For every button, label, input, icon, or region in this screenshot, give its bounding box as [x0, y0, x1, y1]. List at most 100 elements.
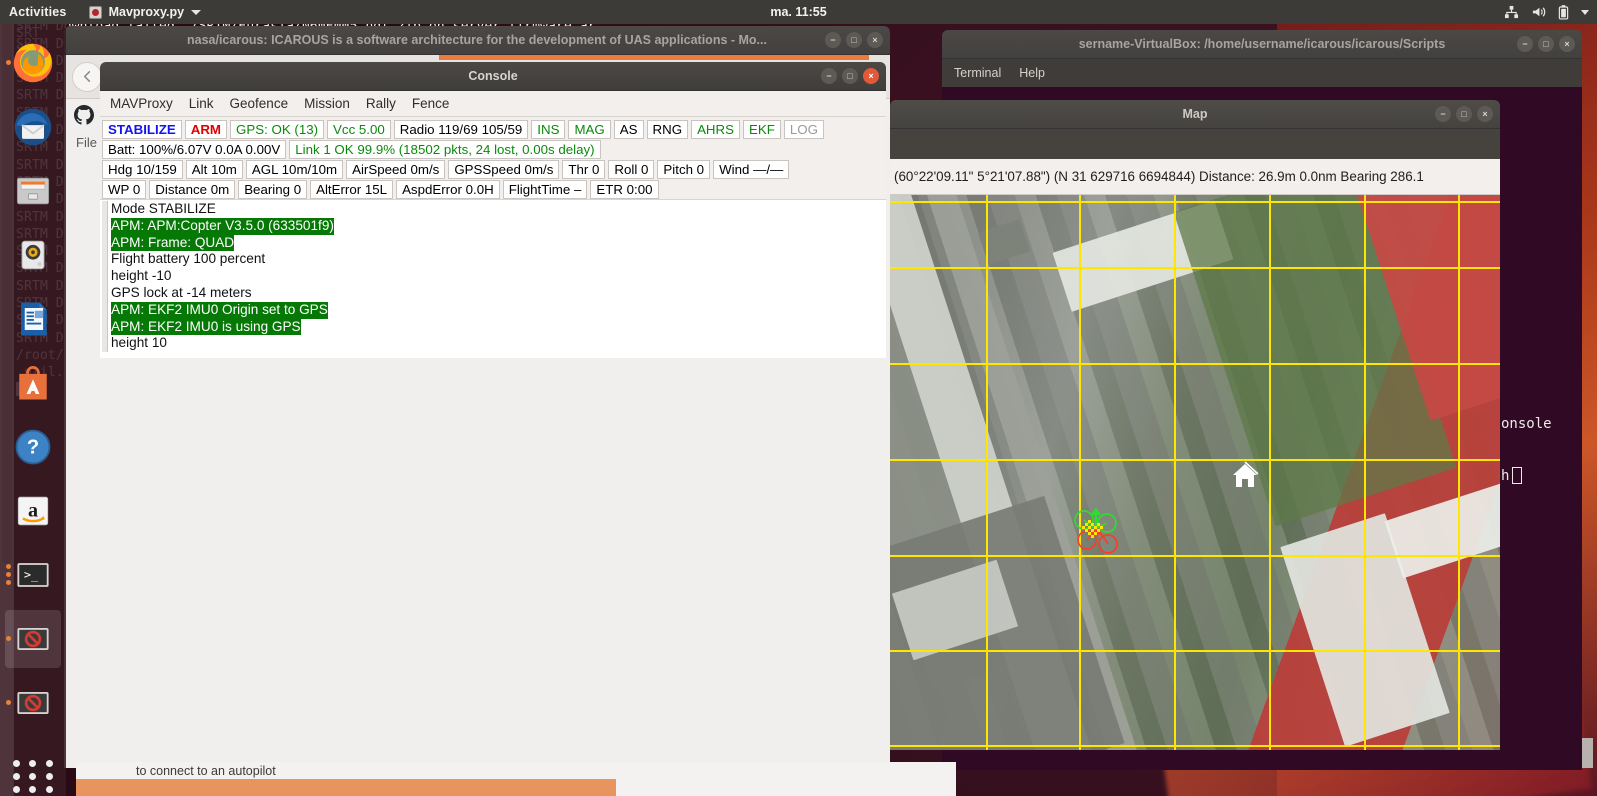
- minimize-button[interactable]: −: [825, 32, 841, 48]
- console-status-cell: STABILIZE: [102, 119, 182, 139]
- launcher-item-mavproxy-b[interactable]: [5, 674, 61, 732]
- maximize-button[interactable]: □: [1456, 106, 1472, 122]
- activities-button[interactable]: Activities: [9, 5, 67, 19]
- console-status-cell: Roll 0: [608, 159, 655, 179]
- browser-titlebar[interactable]: nasa/icarous: ICAROUS is a software arch…: [64, 26, 890, 55]
- launcher-item-rhythmbox[interactable]: [5, 226, 61, 284]
- console-log-line: APM: EKF2 IMU0 Origin set to GPS: [102, 301, 886, 319]
- top-panel[interactable]: Activities Mavproxy.py ma. 11:55: [0, 0, 1597, 24]
- active-tab-indicator[interactable]: [439, 55, 869, 60]
- map-titlebar[interactable]: Map − □ ×: [890, 100, 1500, 129]
- running-indicator: [6, 572, 11, 577]
- menu-help[interactable]: Help: [1019, 66, 1045, 80]
- console-status-cell: Bearing 0: [238, 179, 308, 199]
- console-status-cell: Batt: 100%/6.07V 0.0A 0.00V: [102, 139, 287, 159]
- launcher-item-help[interactable]: ?: [5, 418, 61, 476]
- mavproxy-console-window[interactable]: Console − □ × MAVProxy Link Geofence Missio…: [100, 62, 886, 358]
- background-scrollbar-thumb[interactable]: [1582, 738, 1593, 768]
- thunderbird-icon: [14, 108, 52, 146]
- launcher-item-libreoffice-writer[interactable]: [5, 290, 61, 348]
- log-gutter: [102, 251, 108, 269]
- launcher-item-firefox[interactable]: [5, 34, 61, 92]
- map-title: Map: [1182, 107, 1208, 121]
- network-icon[interactable]: [1504, 5, 1519, 19]
- console-menu-rally[interactable]: Rally: [366, 96, 396, 111]
- unity-launcher[interactable]: ? a >_: [0, 24, 66, 796]
- console-status-row-3: Hdg 10/159 Alt 10m AGL 10m/10m AirSpeed 0m/…: [102, 159, 886, 179]
- console-status-cell: Vcc 5.00: [327, 119, 391, 139]
- launcher-item-ubuntu-software[interactable]: [5, 354, 61, 412]
- console-log-line: Flight battery 100 percent: [102, 251, 886, 269]
- menu-terminal[interactable]: Terminal: [954, 66, 1001, 80]
- map-toolbar[interactable]: [890, 129, 1500, 159]
- browser-tab-strip[interactable]: [64, 55, 890, 60]
- map-window[interactable]: Map − □ × (60°22'09.11" 5°21'07.88") (N …: [890, 100, 1500, 750]
- console-titlebar[interactable]: Console − □ ×: [100, 62, 886, 91]
- launcher-item-files[interactable]: [5, 162, 61, 220]
- close-button[interactable]: ×: [863, 68, 879, 84]
- console-menu-link[interactable]: Link: [189, 96, 214, 111]
- console-menu-geofence[interactable]: Geofence: [230, 96, 289, 111]
- maximize-button[interactable]: □: [842, 68, 858, 84]
- app-menu-label[interactable]: Mavproxy.py: [109, 5, 185, 19]
- close-button[interactable]: ×: [1559, 36, 1575, 52]
- running-indicator: [6, 580, 11, 585]
- console-menu-fence[interactable]: Fence: [412, 96, 450, 111]
- battery-icon[interactable]: [1558, 4, 1569, 20]
- console-log-line: GPS lock at -14 meters: [102, 284, 886, 302]
- log-gutter: [102, 284, 108, 302]
- console-status-cell: MAG: [568, 119, 611, 139]
- log-gutter: [102, 201, 108, 218]
- console-log-text: height -10: [111, 268, 172, 284]
- map-grid-line: [986, 195, 988, 750]
- console-log-text: Mode STABILIZE: [111, 201, 216, 216]
- close-button[interactable]: ×: [1477, 106, 1493, 122]
- console-menubar[interactable]: MAVProxy Link Geofence Mission Rally Fence: [100, 91, 886, 117]
- launcher-item-mavproxy-a[interactable]: [5, 610, 61, 668]
- rhythmbox-icon: [21, 240, 45, 270]
- svg-text:a: a: [28, 500, 38, 522]
- chevron-down-icon[interactable]: [191, 9, 202, 15]
- system-tray[interactable]: [1504, 4, 1589, 20]
- launcher-item-terminal[interactable]: >_: [5, 546, 61, 604]
- console-status-cell: FlightTime –: [502, 179, 588, 199]
- console-status-cell: Distance 0m: [149, 179, 236, 199]
- show-applications-button[interactable]: [11, 756, 55, 796]
- minimize-button[interactable]: −: [1517, 36, 1533, 52]
- console-menu-mavproxy[interactable]: MAVProxy: [110, 96, 173, 111]
- back-button[interactable]: [72, 61, 102, 92]
- console-status-cell: AspdError 0.0H: [396, 179, 500, 199]
- launcher-item-thunderbird[interactable]: [5, 98, 61, 156]
- maximize-button[interactable]: □: [846, 32, 862, 48]
- console-status-cell: AltError 15L: [310, 179, 394, 199]
- console-log-text: APM: EKF2 IMU0 Origin set to GPS: [111, 301, 328, 319]
- map-grid-line: [890, 650, 1500, 652]
- console-menu-mission[interactable]: Mission: [304, 96, 350, 111]
- console-status-panel: STABILIZE ARM GPS: OK (13) Vcc 5.00 Radio 11…: [100, 117, 886, 199]
- clock[interactable]: ma. 11:55: [770, 5, 826, 19]
- browser-window-buttons[interactable]: − □ ×: [825, 32, 883, 48]
- volume-icon[interactable]: [1531, 5, 1546, 19]
- maximize-button[interactable]: □: [1538, 36, 1554, 52]
- launcher-item-amazon[interactable]: a: [5, 482, 61, 540]
- map-window-buttons[interactable]: − □ ×: [1435, 106, 1493, 122]
- terminal-icon: >_: [17, 563, 49, 587]
- console-status-cell: Hdg 10/159: [102, 159, 183, 179]
- map-canvas[interactable]: [890, 195, 1500, 750]
- console-status-cell: ARM: [184, 119, 228, 139]
- console-message-log[interactable]: Mode STABILIZE APM: APM:Copter V3.5.0 (63…: [100, 199, 886, 358]
- bottom-window-text: to connect to an autopilot: [136, 764, 276, 778]
- console-log-line: height 10: [102, 335, 886, 353]
- background-cursor: [1512, 467, 1522, 484]
- terminal-window-buttons[interactable]: − □ ×: [1517, 36, 1575, 52]
- console-window-buttons[interactable]: − □ ×: [821, 68, 879, 84]
- terminal-titlebar[interactable]: sername-VirtualBox: /home/username/icaro…: [942, 30, 1582, 59]
- chevron-down-icon[interactable]: [1581, 9, 1589, 15]
- terminal-menubar[interactable]: Terminal Help: [942, 59, 1582, 87]
- console-status-cell: INS: [531, 119, 566, 139]
- minimize-button[interactable]: −: [1435, 106, 1451, 122]
- console-status-cell: Wind —/—: [713, 159, 790, 179]
- map-grid-line: [890, 363, 1500, 365]
- close-button[interactable]: ×: [867, 32, 883, 48]
- minimize-button[interactable]: −: [821, 68, 837, 84]
